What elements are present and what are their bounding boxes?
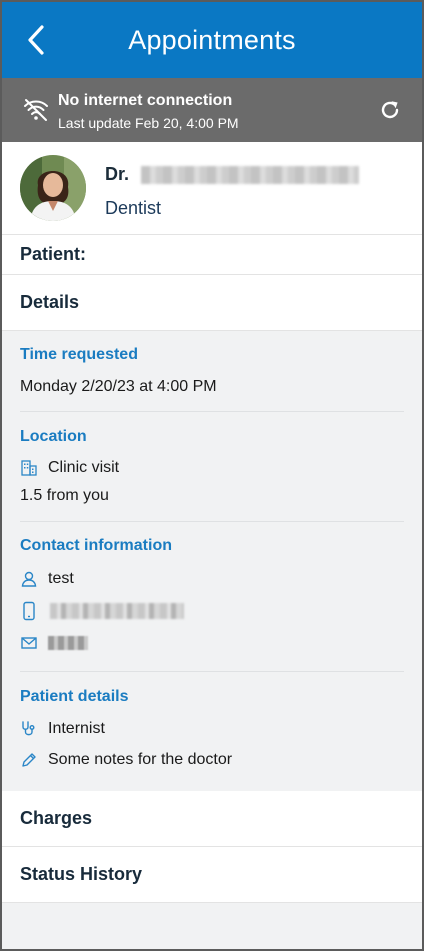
offline-banner: No internet connection Last update Feb 2… xyxy=(2,78,422,142)
refresh-icon[interactable] xyxy=(378,98,402,122)
patient-row: Patient: xyxy=(2,235,422,275)
mail-icon xyxy=(20,635,42,651)
pencil-icon xyxy=(20,751,42,769)
time-requested-value: Monday 2/20/23 at 4:00 PM xyxy=(20,378,217,395)
person-icon xyxy=(20,570,42,588)
contact-heading: Contact information xyxy=(20,537,172,554)
app-frame: Appointments No internet connection Last… xyxy=(0,0,424,951)
doctor-name-prefix: Dr. xyxy=(105,164,130,184)
wifi-off-icon xyxy=(24,99,48,121)
chevron-left-icon xyxy=(28,25,44,55)
page-title: Appointments xyxy=(128,24,296,55)
stethoscope-icon xyxy=(20,720,42,738)
charges-row[interactable]: Charges xyxy=(2,791,422,847)
contact-name: test xyxy=(48,570,74,587)
redacted-email xyxy=(48,636,88,650)
patient-details-heading: Patient details xyxy=(20,688,129,705)
doctor-avatar xyxy=(20,155,86,221)
status-history-row[interactable]: Status History xyxy=(2,847,422,903)
details-panel: Time requested Monday 2/20/23 at 4:00 PM… xyxy=(2,331,422,791)
patient-notes: Some notes for the doctor xyxy=(48,751,233,768)
time-requested-heading: Time requested xyxy=(20,346,138,363)
top-app-bar: Appointments xyxy=(2,2,422,78)
back-button[interactable] xyxy=(16,20,56,60)
offline-title: No internet connection xyxy=(58,92,233,109)
last-update-text: Last update Feb 20, 4:00 PM xyxy=(58,115,239,131)
redacted-phone xyxy=(50,603,184,619)
building-icon xyxy=(20,459,42,477)
redacted-doctor-name xyxy=(141,165,360,184)
doctor-name: Dr. xyxy=(105,164,360,185)
details-header[interactable]: Details xyxy=(2,275,422,331)
doctor-card[interactable]: Dr. Dentist xyxy=(2,142,422,235)
clinic-visit-text: Clinic visit xyxy=(48,459,120,476)
distance-text: 1.5 from you xyxy=(20,487,109,504)
doctor-specialty: Dentist xyxy=(105,198,162,218)
location-heading: Location xyxy=(20,428,87,445)
patient-specialty: Internist xyxy=(48,720,105,737)
phone-icon xyxy=(20,601,42,621)
